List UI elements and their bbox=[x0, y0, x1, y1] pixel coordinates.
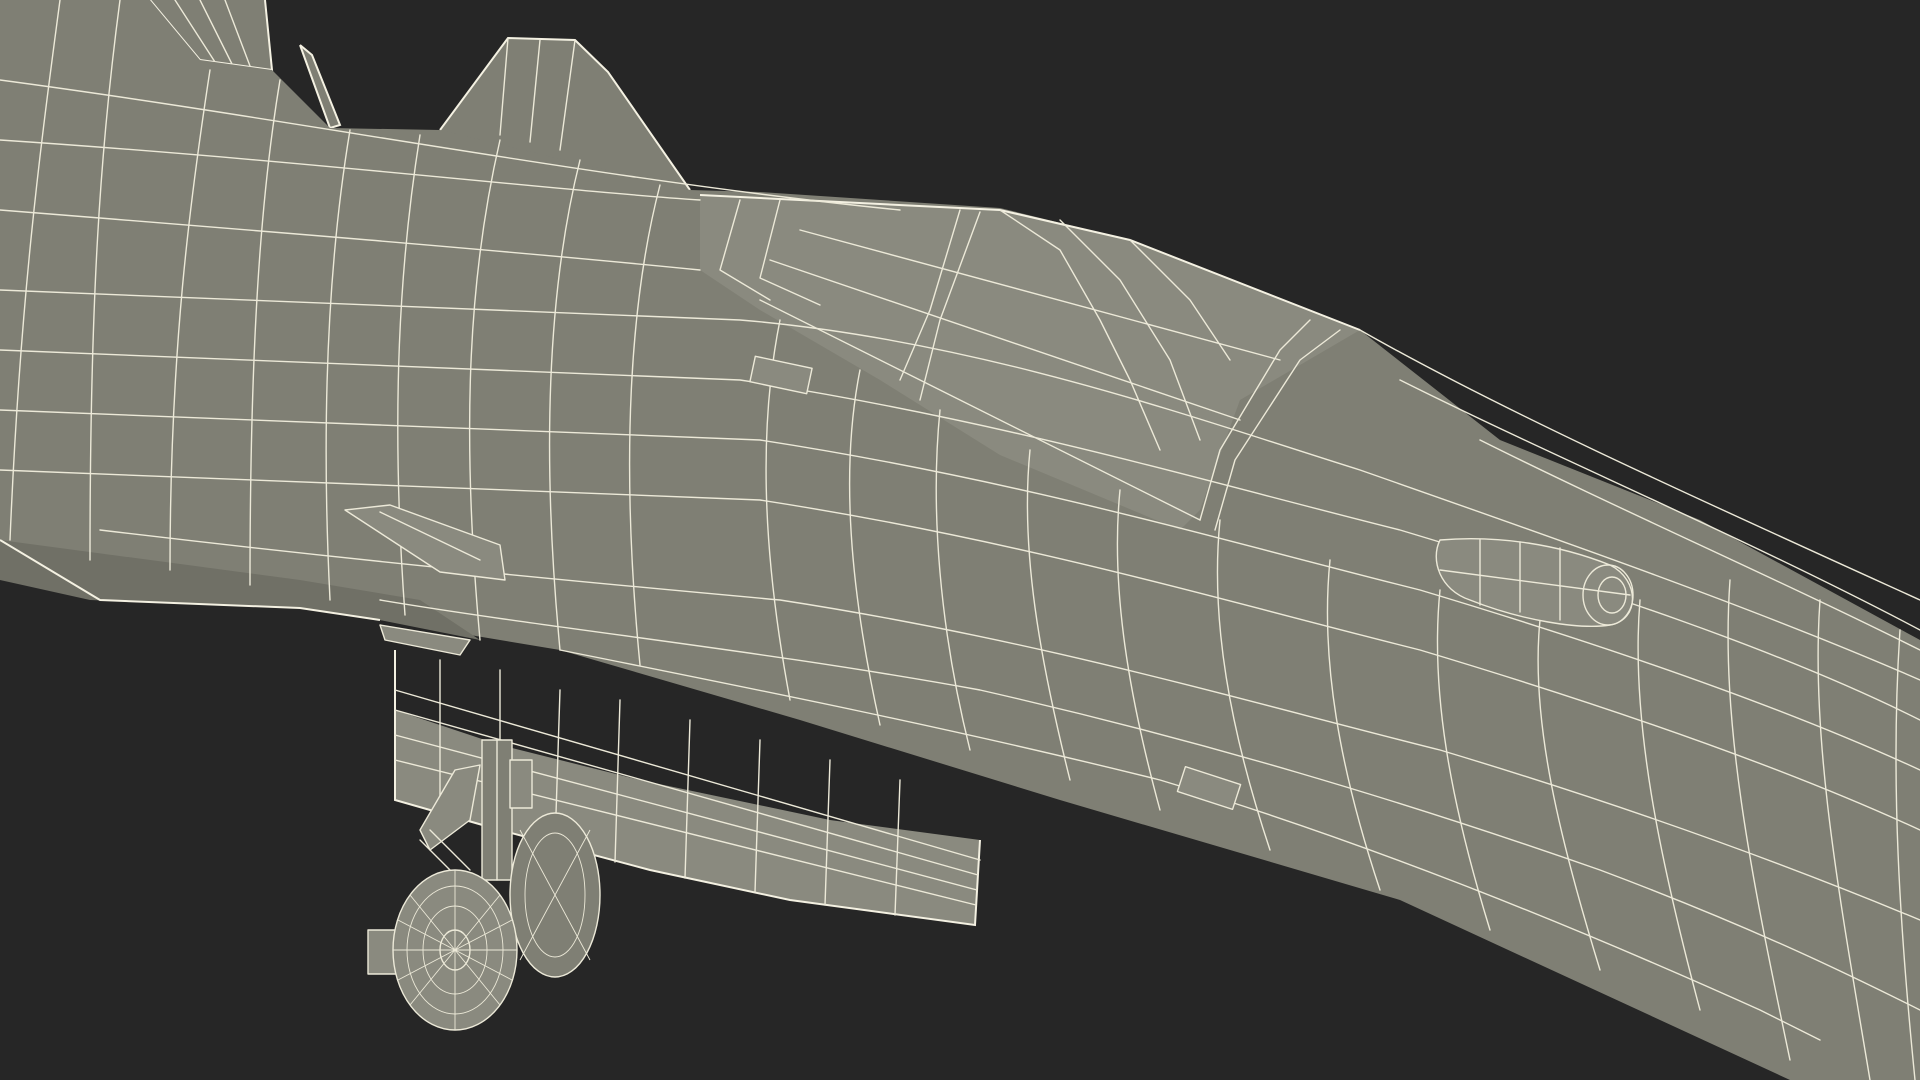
landing-gear-wheel-rear bbox=[509, 812, 601, 978]
render-viewport bbox=[0, 0, 1920, 1080]
aircraft-wireframe bbox=[0, 0, 1920, 1080]
landing-gear-wheel-front bbox=[392, 869, 518, 1031]
